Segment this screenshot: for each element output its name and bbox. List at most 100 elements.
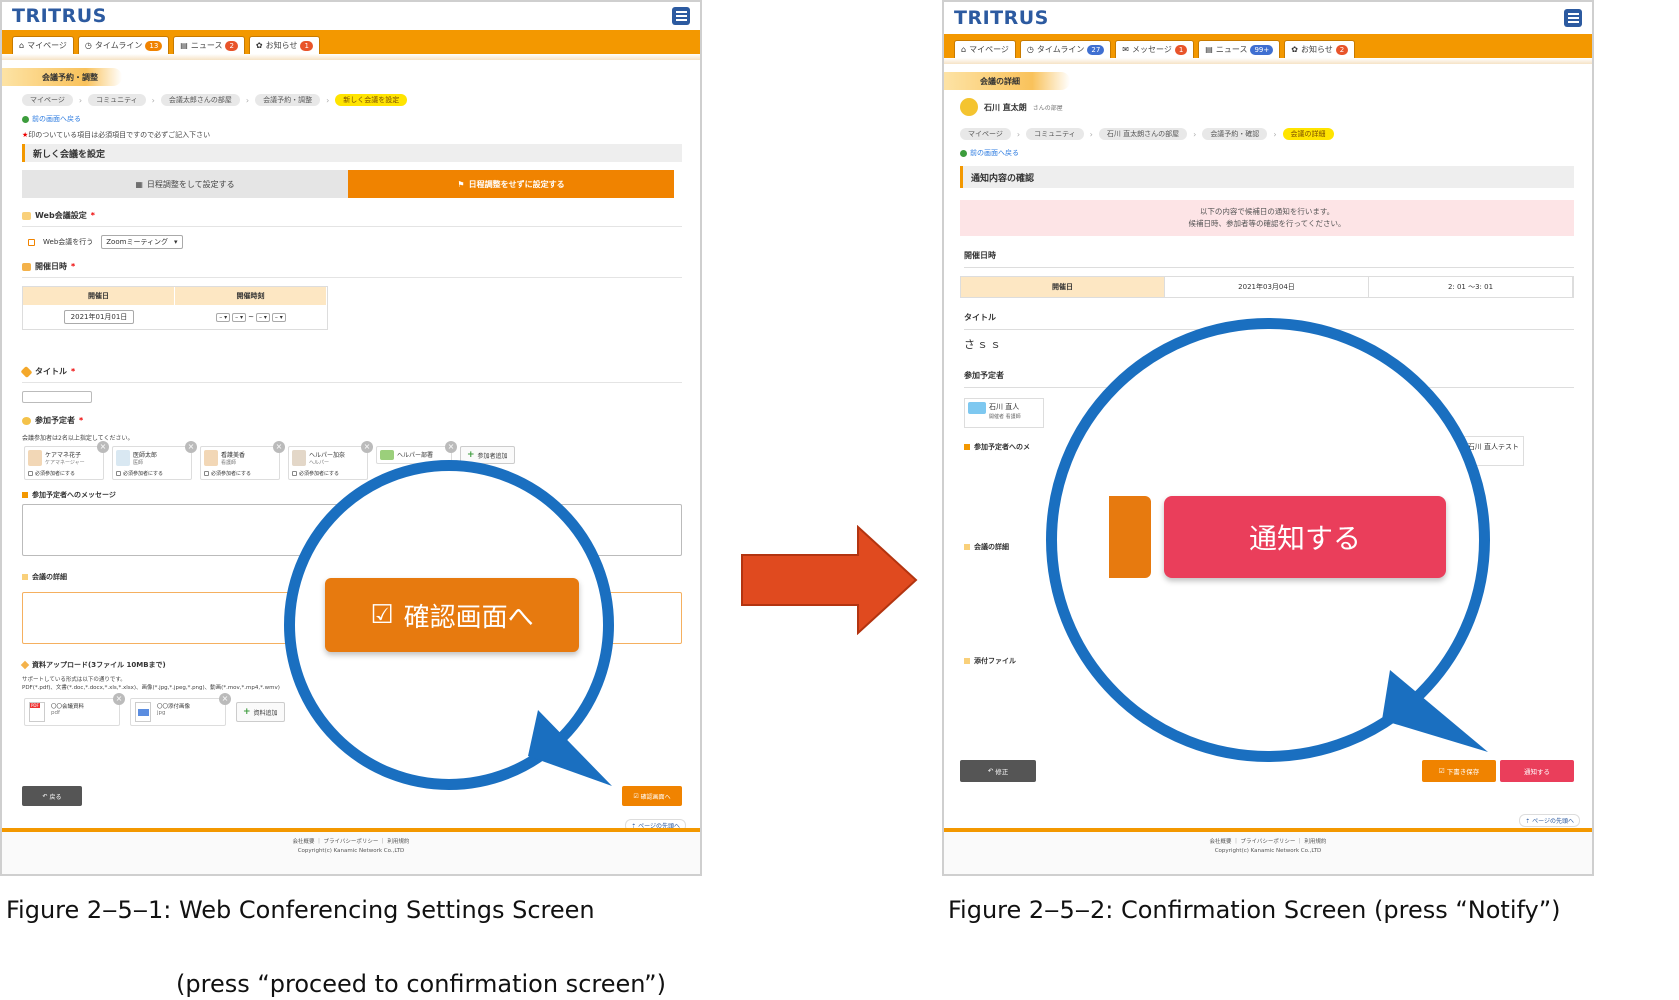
participant-name: 石川 直人テスト (1467, 443, 1519, 451)
toggle-with-scheduling[interactable]: ▦ 日程調整をして設定する (22, 170, 348, 198)
chevron-right-icon: › (1273, 129, 1277, 139)
chevron-right-icon: › (326, 95, 330, 105)
breadcrumb: マイページ › コミュニティ › 石川 直太朗さんの部屋 › 会議予約・確認 › 会議の… (960, 128, 1592, 140)
chevron-right-icon: › (1193, 129, 1197, 139)
page-top-link[interactable]: ⇡ ページの先頭へ (1519, 814, 1580, 827)
breadcrumb-item[interactable]: 会議予約・調整 (255, 94, 321, 106)
checkbox[interactable] (204, 471, 209, 476)
date-value: 2021年03月04日 (1165, 277, 1369, 297)
toggle-without-scheduling[interactable]: ⚑ 日程調整をせずに設定する (348, 170, 674, 198)
label-text: 添付ファイル (974, 657, 1016, 665)
close-icon[interactable]: × (361, 441, 373, 453)
close-icon[interactable]: × (219, 693, 231, 705)
breadcrumb-item[interactable]: マイページ (960, 128, 1011, 140)
tab-timeline[interactable]: ◷ タイムライン 27 (1019, 40, 1112, 58)
count-badge: 2 (225, 40, 238, 51)
back-link[interactable]: 前の画面へ戻る (22, 114, 700, 124)
button-label: 参加者追加 (477, 452, 508, 460)
fix-button[interactable]: ↶ 修正 (960, 760, 1036, 782)
required-mark: * (71, 262, 76, 271)
required-toggle[interactable]: 必須参加者にする (204, 470, 251, 477)
participant-role: ケアマネージャー (45, 460, 85, 466)
close-icon[interactable]: × (97, 441, 109, 453)
tab-label: お知らせ (1300, 45, 1333, 54)
tritrus-logo[interactable]: TRITRUS (954, 7, 1049, 29)
back-button[interactable]: ↶ 戻る (22, 786, 82, 806)
checkbox[interactable] (28, 471, 33, 476)
breadcrumb-item[interactable]: 会議予約・確認 (1202, 128, 1268, 140)
date-table: 開催日 2021年03月04日 2: 01 ～3: 01 (960, 276, 1574, 298)
participant-role: 医師 (133, 460, 144, 466)
checkbox-label: 必須参加者にする (123, 471, 164, 477)
breadcrumb-item[interactable]: 石川 直太朗さんの部屋 (1098, 128, 1188, 140)
web-conference-label: Web会議設定 * (22, 210, 682, 227)
back-link[interactable]: 前の画面へ戻る (960, 148, 1592, 158)
title-input[interactable] (22, 391, 92, 403)
confirm-screen-button[interactable]: ☑ 確認画面へ (622, 786, 682, 806)
close-icon[interactable]: × (445, 441, 457, 453)
participant-name: 医師太郎 (133, 452, 158, 459)
count-badge: 13 (145, 40, 163, 51)
close-icon[interactable]: × (273, 441, 285, 453)
checkbox[interactable] (116, 471, 121, 476)
file-name: 〇〇会議資料 (51, 704, 85, 710)
required-toggle[interactable]: 必須参加者にする (116, 470, 163, 477)
checkbox-label: 必須参加者にする (35, 471, 76, 477)
tab-mypage[interactable]: ⌂ マイページ (12, 36, 74, 54)
label-text: 参加予定者へのメッセージ (32, 491, 116, 499)
figure-caption-1-sub: (press “proceed to confirmation screen”) (176, 970, 666, 998)
web-conference-checkbox[interactable] (28, 238, 35, 246)
header-bar: TRITRUS (944, 2, 1592, 34)
label-text: タイトル (35, 367, 67, 376)
zoom-bubble-notify: 通知する (1046, 318, 1490, 762)
tab-news[interactable]: ▤ ニュース 99+ (1198, 40, 1281, 58)
required-note: ★印のついている項目は必須項目ですので必ずご記入下さい (22, 130, 700, 140)
tritrus-logo[interactable]: TRITRUS (12, 5, 107, 27)
tab-label: お知らせ (265, 41, 298, 50)
end-minute-select[interactable]: – ▾ (271, 312, 286, 322)
required-mark: * (90, 211, 95, 220)
web-service-select[interactable]: Zoomミーティング ▾ (101, 235, 183, 249)
required-toggle[interactable]: 必須参加者にする (292, 470, 339, 477)
date-input[interactable]: 2021年01月01日 (63, 310, 135, 324)
footer-links[interactable]: 会社概要 ｜ プライバシーポリシー ｜ 利用規約 (944, 838, 1592, 847)
back-link-label: 前の画面へ戻る (32, 115, 81, 123)
draft-button-zoomed[interactable] (1109, 496, 1151, 578)
required-note-text: 印のついている項目は必須項目ですので必ずご記入下さい (28, 131, 211, 139)
save-draft-button[interactable]: ☑ 下書き保存 (1422, 760, 1496, 782)
footer-links[interactable]: 会社概要 ｜ プライバシーポリシー ｜ 利用規約 (2, 838, 700, 847)
start-minute-select[interactable]: – ▾ (232, 312, 247, 322)
room-header: 石川 直太朗 さんの部屋 (960, 98, 1592, 116)
required-toggle[interactable]: 必須参加者にする (28, 470, 75, 477)
column-header: 開催日 (961, 277, 1165, 297)
breadcrumb-item[interactable]: コミュニティ (88, 94, 146, 106)
close-icon[interactable]: × (185, 441, 197, 453)
avatar (380, 450, 394, 460)
document-icon (22, 574, 28, 580)
confirm-screen-button-zoomed[interactable]: ☑ 確認画面へ (325, 578, 579, 652)
checkbox[interactable] (292, 471, 297, 476)
breadcrumb-item[interactable]: 会議太郎さんの部屋 (160, 94, 240, 106)
room-icon (960, 98, 978, 116)
breadcrumb-current: 会議の詳細 (1282, 128, 1334, 140)
back-arrow-icon (22, 115, 29, 123)
tab-message[interactable]: ✉ メッセージ 1 (1115, 40, 1195, 58)
date-label: 開催日時 * (22, 261, 682, 278)
end-hour-select[interactable]: – ▾ (255, 312, 270, 322)
tab-mypage[interactable]: ⌂ マイページ (954, 40, 1016, 58)
breadcrumb-item[interactable]: マイページ (22, 94, 73, 106)
clock-icon: ◷ (1026, 45, 1034, 54)
menu-icon[interactable] (1564, 9, 1582, 27)
close-icon[interactable]: × (113, 693, 125, 705)
notify-button-zoomed[interactable]: 通知する (1164, 496, 1446, 578)
add-file-button[interactable]: + 資料追加 (236, 702, 285, 722)
breadcrumb-item[interactable]: コミュニティ (1026, 128, 1084, 140)
tab-notice[interactable]: ✿ お知らせ 1 (248, 36, 320, 54)
start-hour-select[interactable]: – ▾ (216, 312, 231, 322)
participant-name: ケアマネ花子 (45, 452, 82, 459)
notify-button[interactable]: 通知する (1500, 760, 1574, 782)
tab-news[interactable]: ▤ ニュース 2 (173, 36, 245, 54)
tab-notice[interactable]: ✿ お知らせ 2 (1284, 40, 1356, 58)
menu-icon[interactable] (672, 7, 690, 25)
tab-timeline[interactable]: ◷ タイムライン 13 (77, 36, 170, 54)
